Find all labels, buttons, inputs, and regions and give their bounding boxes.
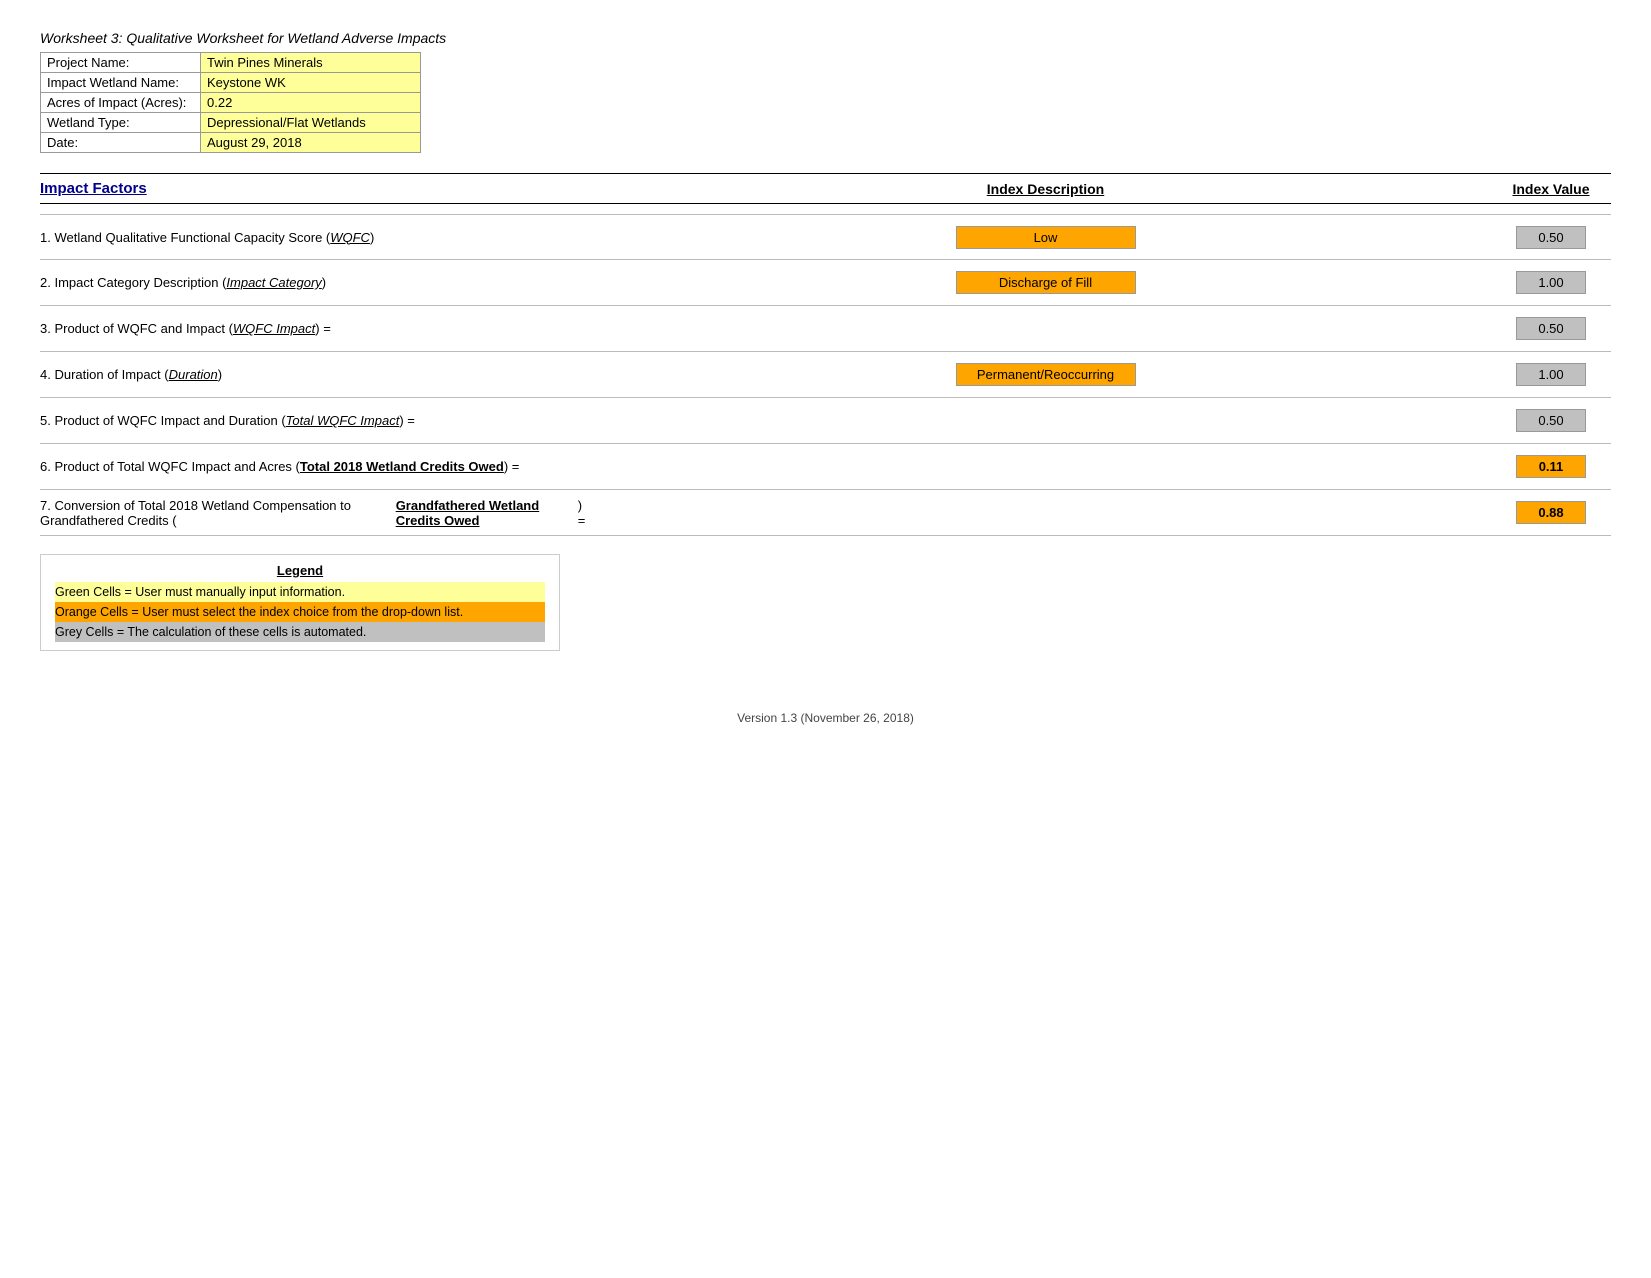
index-desc-cell-6 (600, 444, 1491, 489)
impact-label-3: 3. Product of WQFC and Impact (WQFC Impa… (40, 306, 600, 351)
section-headers: Impact Factors Index Description Index V… (40, 173, 1611, 204)
index-val-cell-5: 0.50 (1491, 398, 1611, 443)
index-desc-cell-2: Discharge of Fill (600, 260, 1491, 305)
impact-label-7: 7. Conversion of Total 2018 Wetland Comp… (40, 490, 600, 535)
index-desc-cell-5 (600, 398, 1491, 443)
impact-label-2: 2. Impact Category Description (Impact C… (40, 260, 600, 305)
header-index-value: Index Value (1491, 181, 1611, 197)
info-value: 0.22 (201, 93, 421, 113)
impact-row-2: 2. Impact Category Description (Impact C… (40, 260, 1611, 306)
impact-row-7: 7. Conversion of Total 2018 Wetland Comp… (40, 490, 1611, 536)
index-val-cell-1: 0.50 (1491, 215, 1611, 259)
info-label: Impact Wetland Name: (41, 73, 201, 93)
index-val-box-4: 1.00 (1516, 363, 1586, 386)
index-desc-box-2: Discharge of Fill (956, 271, 1136, 294)
info-value: Depressional/Flat Wetlands (201, 113, 421, 133)
legend-item-0: Green Cells = User must manually input i… (55, 582, 545, 602)
index-val-box-1: 0.50 (1516, 226, 1586, 249)
info-label: Project Name: (41, 53, 201, 73)
index-desc-box-1: Low (956, 226, 1136, 249)
impact-row-3: 3. Product of WQFC and Impact (WQFC Impa… (40, 306, 1611, 352)
info-value: Keystone WK (201, 73, 421, 93)
index-val-cell-3: 0.50 (1491, 306, 1611, 351)
index-val-box-7: 0.88 (1516, 501, 1586, 524)
legend-title: Legend (55, 563, 545, 578)
index-val-box-2: 1.00 (1516, 271, 1586, 294)
impact-label-6: 6. Product of Total WQFC Impact and Acre… (40, 444, 600, 489)
info-value: Twin Pines Minerals (201, 53, 421, 73)
legend-item-1: Orange Cells = User must select the inde… (55, 602, 545, 622)
index-val-cell-4: 1.00 (1491, 352, 1611, 397)
index-desc-cell-7 (600, 490, 1491, 535)
index-desc-box-4: Permanent/Reoccurring (956, 363, 1136, 386)
header-index-description: Index Description (600, 181, 1491, 197)
info-value: August 29, 2018 (201, 133, 421, 153)
impact-row-1: 1. Wetland Qualitative Functional Capaci… (40, 214, 1611, 260)
impact-row-4: 4. Duration of Impact (Duration) Permanen… (40, 352, 1611, 398)
info-table: Project Name:Twin Pines MineralsImpact W… (40, 52, 421, 153)
impact-row-6: 6. Product of Total WQFC Impact and Acre… (40, 444, 1611, 490)
info-label: Wetland Type: (41, 113, 201, 133)
index-val-cell-2: 1.00 (1491, 260, 1611, 305)
index-desc-cell-4: Permanent/Reoccurring (600, 352, 1491, 397)
index-desc-cell-3 (600, 306, 1491, 351)
header-impact-factors: Impact Factors (40, 180, 600, 197)
footer: Version 1.3 (November 26, 2018) (40, 711, 1611, 725)
legend-items: Green Cells = User must manually input i… (55, 582, 545, 642)
index-val-box-3: 0.50 (1516, 317, 1586, 340)
index-val-cell-6: 0.11 (1491, 444, 1611, 489)
impact-row-5: 5. Product of WQFC Impact and Duration (… (40, 398, 1611, 444)
worksheet-title: Worksheet 3: Qualitative Worksheet for W… (40, 30, 1611, 46)
index-desc-cell-1: Low (600, 215, 1491, 259)
index-val-box-6: 0.11 (1516, 455, 1586, 478)
index-val-cell-7: 0.88 (1491, 490, 1611, 535)
legend-section: Legend Green Cells = User must manually … (40, 554, 560, 651)
info-label: Acres of Impact (Acres): (41, 93, 201, 113)
impact-label-1: 1. Wetland Qualitative Functional Capaci… (40, 215, 600, 259)
index-val-box-5: 0.50 (1516, 409, 1586, 432)
info-label: Date: (41, 133, 201, 153)
impact-label-5: 5. Product of WQFC Impact and Duration (… (40, 398, 600, 443)
impact-label-4: 4. Duration of Impact (Duration) (40, 352, 600, 397)
impact-rows-container: 1. Wetland Qualitative Functional Capaci… (40, 214, 1611, 536)
legend-item-2: Grey Cells = The calculation of these ce… (55, 622, 545, 642)
